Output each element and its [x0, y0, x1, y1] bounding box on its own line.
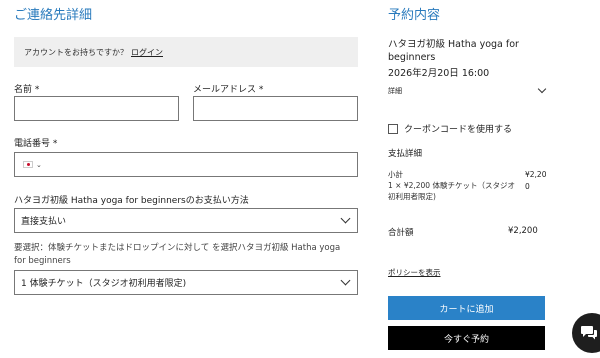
phone-label: 電話番号 *: [14, 139, 58, 149]
booking-summary-heading: 予約内容: [388, 8, 441, 23]
details-toggle[interactable]: 詳細: [388, 84, 547, 96]
ticket-selection-note: 要選択：体験チケットまたはドロップインに対して を選択ハタヨガ初級 Hatha …: [14, 243, 341, 266]
japan-flag-icon[interactable]: [23, 161, 33, 168]
add-to-cart-button[interactable]: カートに追加: [388, 296, 545, 320]
phone-input[interactable]: ⌄: [14, 152, 358, 177]
ticket-select[interactable]: 1 体験チケット（スタジオ初利用者限定): [14, 270, 358, 295]
subtotal-value: ¥2,200: [525, 170, 547, 191]
class-title: ハタヨガ初級 Hatha yoga for beginners: [388, 39, 519, 63]
chevron-down-icon: [340, 213, 351, 224]
email-label: メールアドレス *: [193, 85, 264, 95]
payment-details-heading: 支払詳細: [388, 149, 423, 159]
line-item: 1 × ¥2,200 体験チケット（スタジオ初利用者限定): [388, 181, 515, 201]
name-label: 名前 *: [14, 85, 40, 95]
payment-method-select[interactable]: 直接支払い: [14, 208, 358, 233]
ticket-select-value: 1 体験チケット（スタジオ初利用者限定): [21, 279, 187, 289]
payment-method-value: 直接支払い: [21, 217, 67, 227]
subtotal-label: 小計: [388, 170, 403, 179]
payment-method-label: ハタヨガ初級 Hatha yoga for beginnersのお支払い方法: [14, 196, 249, 206]
total-label: 合計額: [388, 228, 414, 238]
coupon-checkbox[interactable]: [388, 123, 398, 134]
details-label: 詳細: [388, 87, 402, 95]
name-input[interactable]: [14, 96, 179, 121]
chat-button[interactable]: [572, 313, 600, 353]
total-value: ¥2,200: [508, 226, 538, 236]
chevron-down-icon: [340, 275, 351, 286]
chevron-down-icon: [537, 84, 547, 94]
coupon-checkbox-row[interactable]: クーポンコードを使用する: [388, 122, 512, 135]
chat-bubble-icon: [581, 326, 597, 340]
contact-details-heading: ご連絡先詳細: [14, 8, 93, 23]
login-banner: アカウントをお持ちですか？ ログイン: [14, 37, 358, 67]
country-dropdown-icon[interactable]: ⌄: [36, 161, 42, 169]
class-date: 2026年2月20日 16:00: [388, 68, 490, 79]
email-input[interactable]: [193, 96, 358, 121]
login-link[interactable]: ログイン: [131, 47, 163, 58]
coupon-label: クーポンコードを使用する: [404, 125, 513, 135]
policy-link[interactable]: ポリシーを表示: [388, 267, 441, 278]
book-now-button[interactable]: 今すぐ予約: [388, 326, 545, 350]
login-prompt-text: アカウントをお持ちですか？: [24, 47, 128, 57]
